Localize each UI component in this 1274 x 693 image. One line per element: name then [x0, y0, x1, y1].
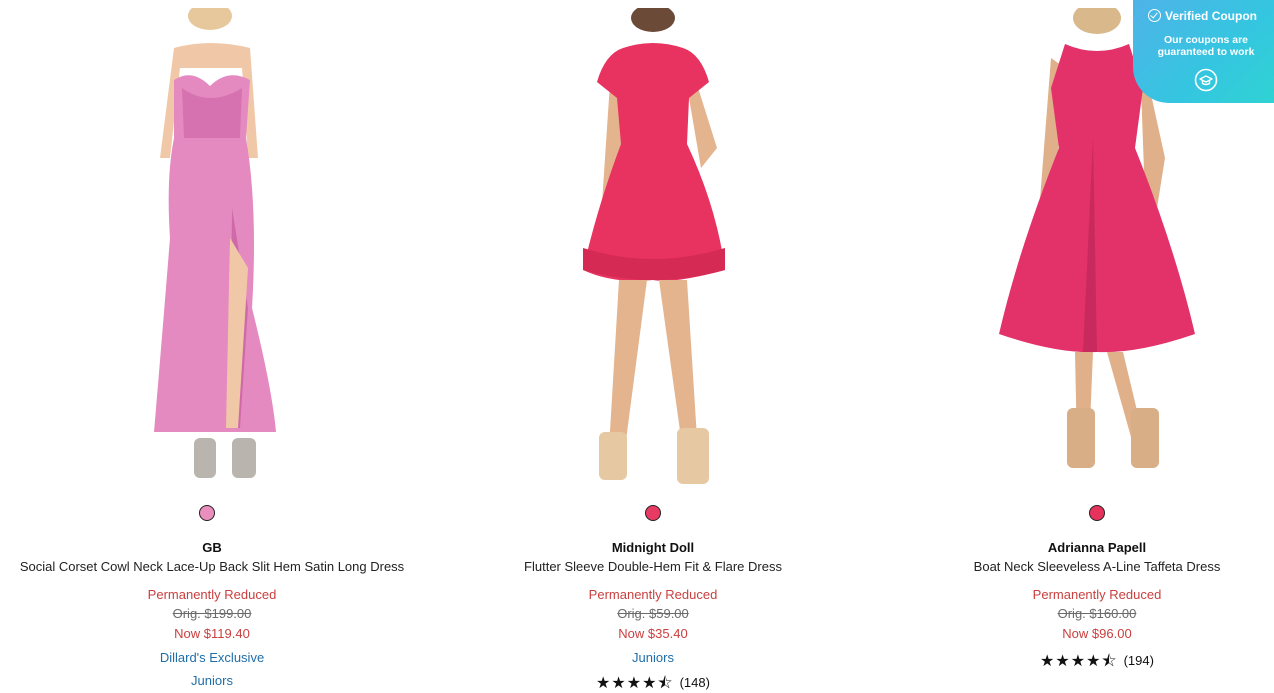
verified-coupon-badge[interactable]: Verified Coupon Our coupons are guarante… — [1133, 0, 1274, 103]
check-circle-icon — [1148, 9, 1161, 22]
tag-link[interactable]: Dillard's Exclusive — [0, 650, 424, 665]
current-price: Now $96.00 — [1062, 626, 1132, 641]
product-name[interactable]: Flutter Sleeve Double-Hem Fit & Flare Dr… — [441, 559, 865, 574]
product-rating[interactable]: ★★★★⯪ (148) — [441, 672, 865, 693]
rating-stars: ★★★★⯪ — [1040, 653, 1118, 670]
color-swatch[interactable] — [645, 505, 661, 521]
reduced-badge: Permanently Reduced — [1032, 587, 1162, 602]
graduation-cap-icon — [1194, 68, 1218, 92]
brand-name[interactable]: GB — [0, 540, 424, 555]
coupon-subtitle: Our coupons are guaranteed to work — [1157, 34, 1255, 58]
product-image[interactable] — [503, 8, 803, 492]
tag-link[interactable]: Juniors — [441, 650, 865, 665]
product-image[interactable] — [62, 8, 362, 492]
rating-stars: ★★★★⯪ — [596, 675, 674, 692]
review-count: (148) — [679, 675, 710, 690]
review-count: (194) — [1123, 653, 1154, 668]
tag-link[interactable]: Juniors — [0, 673, 424, 688]
product-card[interactable]: Adrianna Papell Boat Neck Sleeveless A-L… — [885, 0, 1274, 693]
product-name[interactable]: Boat Neck Sleeveless A-Line Taffeta Dres… — [885, 559, 1274, 574]
product-grid: GB Social Corset Cowl Neck Lace-Up Back … — [0, 0, 1274, 693]
brand-name[interactable]: Adrianna Papell — [885, 540, 1274, 555]
reduced-badge: Permanently Reduced — [588, 587, 718, 602]
coupon-title-text: Verified Coupon — [1165, 9, 1258, 23]
coupon-title: Verified Coupon — [1148, 9, 1257, 23]
reduced-badge: Permanently Reduced — [147, 587, 277, 602]
color-swatch[interactable] — [1089, 505, 1105, 521]
original-price: Orig. $59.00 — [617, 606, 689, 621]
original-price: Orig. $199.00 — [172, 606, 252, 621]
current-price: Now $119.40 — [174, 626, 250, 641]
color-swatch[interactable] — [199, 505, 215, 521]
current-price: Now $35.40 — [618, 626, 688, 641]
product-name[interactable]: Social Corset Cowl Neck Lace-Up Back Sli… — [0, 559, 424, 574]
brand-name[interactable]: Midnight Doll — [441, 540, 865, 555]
original-price: Orig. $160.00 — [1057, 606, 1137, 621]
product-card[interactable]: Midnight Doll Flutter Sleeve Double-Hem … — [441, 0, 865, 693]
product-rating[interactable]: ★★★★⯪ (194) — [885, 650, 1274, 677]
product-card[interactable]: GB Social Corset Cowl Neck Lace-Up Back … — [0, 0, 424, 693]
